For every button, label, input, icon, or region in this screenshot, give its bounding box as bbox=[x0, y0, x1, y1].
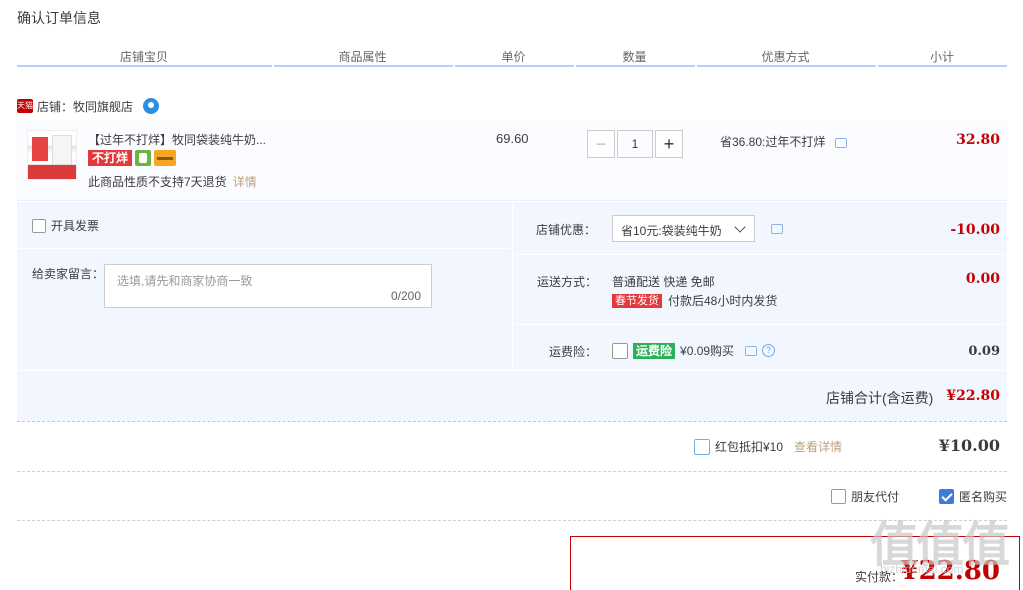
shipping-note-row: 春节发货 付款后48小时内发货 bbox=[612, 292, 777, 309]
anonymous-checkbox[interactable] bbox=[939, 489, 954, 504]
shop-discount-amount: -10.00 bbox=[950, 222, 1000, 238]
chevron-down-icon bbox=[734, 221, 746, 233]
watermark-url: hizhidemai.com bbox=[880, 562, 964, 576]
shipping-label: 运送方式： bbox=[537, 275, 598, 289]
column-header-subtotal: 小计 bbox=[929, 50, 954, 64]
unit-price: 69.60 bbox=[496, 131, 529, 146]
insurance-amount: 0.09 bbox=[968, 344, 1000, 359]
shipping-method: 普通配送 快递 免邮 bbox=[612, 275, 715, 289]
shop-total-amount: ¥22.80 bbox=[946, 388, 1000, 404]
invoice-checkbox[interactable] bbox=[32, 218, 46, 233]
comment-icon[interactable] bbox=[834, 138, 847, 148]
return-policy: 此商品性质不支持7天退货 详情 bbox=[88, 173, 257, 190]
anonymous-option: 匿名购买 bbox=[939, 488, 1007, 505]
friend-pay-checkbox[interactable] bbox=[831, 489, 846, 504]
column-header-quantity: 数量 bbox=[622, 50, 647, 64]
comment-icon[interactable] bbox=[771, 224, 783, 234]
insurance-option: 运费险 ¥0.09购买 ? bbox=[612, 342, 776, 359]
item-promo: 省36.80:过年不打烊 bbox=[720, 133, 847, 150]
shop-discount-label: 店铺优惠： bbox=[536, 223, 597, 237]
service-icon bbox=[135, 150, 152, 166]
column-header-item: 店铺宝贝 bbox=[119, 50, 168, 64]
wangwang-chat-icon[interactable] bbox=[143, 98, 160, 114]
product-badges: 不打烊 bbox=[88, 150, 177, 166]
invoice-option: 开具发票 bbox=[32, 217, 99, 234]
red-packet-amount: ¥10.00 bbox=[938, 436, 1000, 455]
red-packet-option: 红包抵扣¥10 查看详情 bbox=[694, 438, 842, 455]
friend-pay-option: 朋友代付 bbox=[831, 488, 899, 505]
message-char-count: 0/200 bbox=[390, 289, 421, 303]
red-packet-label: 红包抵扣¥10 bbox=[715, 440, 784, 454]
shop-total-label: 店铺合计(含运费) bbox=[826, 390, 934, 406]
page-title: 确认订单信息 bbox=[17, 10, 101, 26]
shop-row: 天猫 店铺：牧同旗舰店 bbox=[17, 97, 160, 115]
item-promo-text: 省36.80:过年不打烊 bbox=[720, 135, 826, 149]
message-label: 给卖家留言： bbox=[32, 267, 105, 281]
no-close-tag: 不打烊 bbox=[88, 150, 133, 166]
message-textarea[interactable]: 选填,请先和商家协商一致 0/200 bbox=[104, 264, 432, 308]
comment-icon[interactable] bbox=[745, 345, 758, 356]
product-title[interactable]: 【过年不打烊】牧同袋装纯牛奶... bbox=[88, 131, 266, 148]
product-thumbnail[interactable] bbox=[27, 130, 77, 180]
quantity-decrease-button[interactable]: − bbox=[587, 130, 615, 158]
column-header-discount: 优惠方式 bbox=[761, 50, 810, 64]
anonymous-label: 匿名购买 bbox=[959, 490, 1008, 504]
tmall-icon: 天猫 bbox=[17, 99, 33, 113]
insurance-checkbox[interactable] bbox=[612, 342, 628, 359]
insurance-text: ¥0.09购买 bbox=[680, 344, 735, 358]
insurance-tag: 运费险 bbox=[633, 342, 676, 359]
return-note-text: 此商品性质不支持7天退货 bbox=[88, 175, 227, 189]
shop-discount-selected: 省10元:袋装纯牛奶 bbox=[621, 224, 722, 238]
credit-card-icon bbox=[154, 150, 177, 166]
column-header-unit-price: 单价 bbox=[501, 50, 526, 64]
question-icon[interactable]: ? bbox=[762, 344, 776, 357]
return-detail-link[interactable]: 详情 bbox=[233, 175, 257, 189]
friend-pay-label: 朋友代付 bbox=[851, 490, 900, 504]
insurance-label: 运费险： bbox=[549, 345, 598, 359]
header-divider bbox=[17, 65, 1007, 67]
message-placeholder: 选填,请先和商家协商一致 bbox=[117, 274, 253, 288]
spring-shipping-tag: 春节发货 bbox=[612, 293, 662, 308]
shipping-note: 付款后48小时内发货 bbox=[668, 294, 778, 308]
quantity-input[interactable]: 1 bbox=[617, 130, 653, 158]
column-header-attributes: 商品属性 bbox=[338, 50, 387, 64]
red-packet-detail-link[interactable]: 查看详情 bbox=[794, 438, 842, 455]
shop-discount-select[interactable]: 省10元:袋装纯牛奶 bbox=[612, 215, 755, 242]
item-subtotal: 32.80 bbox=[956, 132, 1000, 148]
invoice-label: 开具发票 bbox=[51, 219, 100, 233]
shop-name[interactable]: 店铺：牧同旗舰店 bbox=[37, 98, 133, 115]
quantity-increase-button[interactable]: + bbox=[655, 130, 683, 158]
quantity-stepper: − 1 + bbox=[587, 130, 683, 158]
red-packet-checkbox[interactable] bbox=[694, 438, 710, 455]
shipping-amount: 0.00 bbox=[965, 271, 1000, 287]
